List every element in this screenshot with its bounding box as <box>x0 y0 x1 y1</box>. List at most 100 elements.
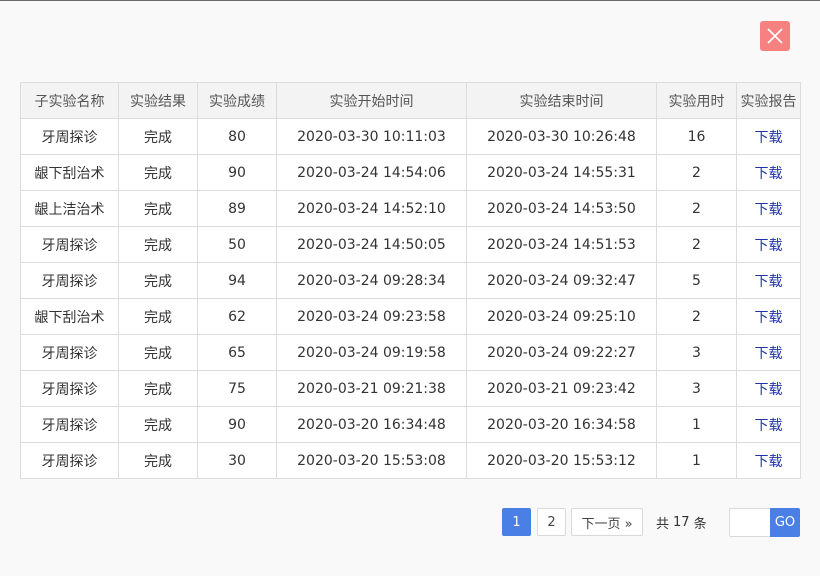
cell-name: 牙周探诊 <box>20 406 119 443</box>
cell-report: 下载 <box>736 442 801 479</box>
cell-score: 90 <box>197 406 277 443</box>
cell-name: 龈下刮治术 <box>20 298 119 335</box>
cell-start-time: 2020-03-24 14:50:05 <box>276 226 467 263</box>
cell-result: 完成 <box>118 442 198 479</box>
column-header-duration: 实验用时 <box>656 82 737 119</box>
table-row: 牙周探诊 完成 90 2020-03-20 16:34:48 2020-03-2… <box>20 406 801 443</box>
cell-result: 完成 <box>118 334 198 371</box>
cell-start-time: 2020-03-20 16:34:48 <box>276 406 467 443</box>
table-row: 牙周探诊 完成 50 2020-03-24 14:50:05 2020-03-2… <box>20 226 801 263</box>
download-report-link[interactable]: 下载 <box>755 310 783 326</box>
download-report-link[interactable]: 下载 <box>755 346 783 362</box>
cell-report: 下载 <box>736 370 801 407</box>
cell-result: 完成 <box>118 154 198 191</box>
cell-start-time: 2020-03-24 14:52:10 <box>276 190 467 227</box>
cell-result: 完成 <box>118 406 198 443</box>
cell-duration: 5 <box>656 262 737 299</box>
column-header-report: 实验报告 <box>736 82 801 119</box>
table-row: 牙周探诊 完成 75 2020-03-21 09:21:38 2020-03-2… <box>20 370 801 407</box>
cell-name: 龈上洁治术 <box>20 190 119 227</box>
table-header-row: 子实验名称 实验结果 实验成绩 实验开始时间 实验结束时间 实验用时 实验报告 <box>20 82 801 119</box>
pagination: 1 2 下一页 » 共 17 条 GO <box>0 507 820 538</box>
cell-duration: 16 <box>656 118 737 155</box>
download-report-link[interactable]: 下载 <box>755 238 783 254</box>
cell-score: 80 <box>197 118 277 155</box>
cell-score: 90 <box>197 154 277 191</box>
cell-report: 下载 <box>736 262 801 299</box>
cell-name: 牙周探诊 <box>20 442 119 479</box>
column-header-end-time: 实验结束时间 <box>466 82 657 119</box>
cell-end-time: 2020-03-20 16:34:58 <box>466 406 657 443</box>
cell-report: 下载 <box>736 118 801 155</box>
download-report-link[interactable]: 下载 <box>755 130 783 146</box>
download-report-link[interactable]: 下载 <box>755 202 783 218</box>
total-count: 共 17 条 <box>656 508 707 536</box>
column-header-start-time: 实验开始时间 <box>276 82 467 119</box>
download-report-link[interactable]: 下载 <box>755 274 783 290</box>
cell-result: 完成 <box>118 298 198 335</box>
cell-score: 94 <box>197 262 277 299</box>
cell-duration: 2 <box>656 298 737 335</box>
table-row: 龈下刮治术 完成 90 2020-03-24 14:54:06 2020-03-… <box>20 154 801 191</box>
cell-report: 下载 <box>736 334 801 371</box>
cell-report: 下载 <box>736 298 801 335</box>
cell-start-time: 2020-03-24 09:23:58 <box>276 298 467 335</box>
cell-name: 龈下刮治术 <box>20 154 119 191</box>
cell-end-time: 2020-03-24 14:53:50 <box>466 190 657 227</box>
cell-score: 89 <box>197 190 277 227</box>
table-body: 牙周探诊 完成 80 2020-03-30 10:11:03 2020-03-3… <box>20 118 801 479</box>
cell-name: 牙周探诊 <box>20 370 119 407</box>
close-icon <box>767 28 783 44</box>
cell-start-time: 2020-03-24 09:19:58 <box>276 334 467 371</box>
cell-score: 50 <box>197 226 277 263</box>
cell-duration: 2 <box>656 154 737 191</box>
cell-end-time: 2020-03-24 09:25:10 <box>466 298 657 335</box>
table-row: 牙周探诊 完成 80 2020-03-30 10:11:03 2020-03-3… <box>20 118 801 155</box>
cell-name: 牙周探诊 <box>20 226 119 263</box>
cell-end-time: 2020-03-24 09:22:27 <box>466 334 657 371</box>
cell-duration: 1 <box>656 442 737 479</box>
go-button[interactable]: GO <box>770 508 800 537</box>
experiment-records-modal: 子实验名称 实验结果 实验成绩 实验开始时间 实验结束时间 实验用时 实验报告 … <box>0 0 820 576</box>
download-report-link[interactable]: 下载 <box>755 382 783 398</box>
cell-end-time: 2020-03-21 09:23:42 <box>466 370 657 407</box>
table-row: 龈下刮治术 完成 62 2020-03-24 09:23:58 2020-03-… <box>20 298 801 335</box>
jump-page-input[interactable] <box>729 508 771 537</box>
close-button[interactable] <box>760 21 790 51</box>
cell-duration: 1 <box>656 406 737 443</box>
cell-duration: 2 <box>656 190 737 227</box>
page-button-2[interactable]: 2 <box>537 508 566 536</box>
cell-result: 完成 <box>118 262 198 299</box>
cell-report: 下载 <box>736 226 801 263</box>
total-number: 17 <box>673 514 690 530</box>
cell-start-time: 2020-03-21 09:21:38 <box>276 370 467 407</box>
cell-end-time: 2020-03-24 14:51:53 <box>466 226 657 263</box>
download-report-link[interactable]: 下载 <box>755 454 783 470</box>
cell-result: 完成 <box>118 226 198 263</box>
cell-name: 牙周探诊 <box>20 334 119 371</box>
cell-end-time: 2020-03-24 09:32:47 <box>466 262 657 299</box>
total-suffix: 条 <box>693 516 707 532</box>
cell-name: 牙周探诊 <box>20 262 119 299</box>
cell-end-time: 2020-03-20 15:53:12 <box>466 442 657 479</box>
next-page-button[interactable]: 下一页 » <box>571 508 643 536</box>
table-row: 牙周探诊 完成 65 2020-03-24 09:19:58 2020-03-2… <box>20 334 801 371</box>
page-button-1[interactable]: 1 <box>502 508 531 536</box>
column-header-score: 实验成绩 <box>197 82 277 119</box>
cell-result: 完成 <box>118 190 198 227</box>
table-row: 龈上洁治术 完成 89 2020-03-24 14:52:10 2020-03-… <box>20 190 801 227</box>
table-row: 牙周探诊 完成 94 2020-03-24 09:28:34 2020-03-2… <box>20 262 801 299</box>
cell-start-time: 2020-03-24 09:28:34 <box>276 262 467 299</box>
cell-duration: 2 <box>656 226 737 263</box>
cell-duration: 3 <box>656 370 737 407</box>
download-report-link[interactable]: 下载 <box>755 166 783 182</box>
column-header-name: 子实验名称 <box>20 82 119 119</box>
column-header-result: 实验结果 <box>118 82 198 119</box>
cell-score: 30 <box>197 442 277 479</box>
cell-result: 完成 <box>118 118 198 155</box>
cell-score: 65 <box>197 334 277 371</box>
download-report-link[interactable]: 下载 <box>755 418 783 434</box>
cell-score: 75 <box>197 370 277 407</box>
total-prefix: 共 <box>656 516 670 532</box>
table-row: 牙周探诊 完成 30 2020-03-20 15:53:08 2020-03-2… <box>20 442 801 479</box>
